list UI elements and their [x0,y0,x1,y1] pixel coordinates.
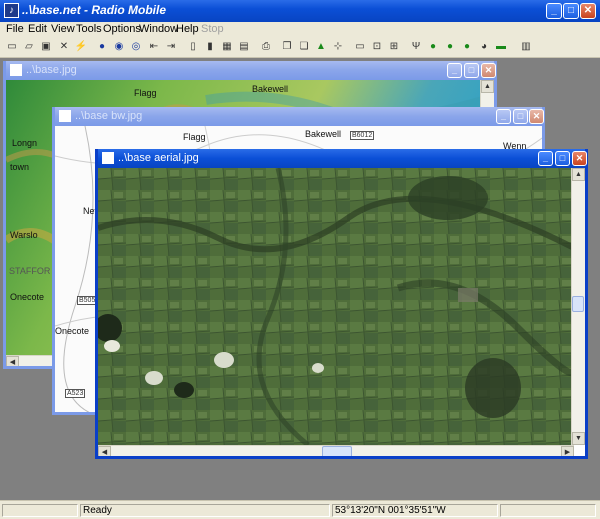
map-label-bakewell: Bakewell [252,84,289,94]
toolbar: ▭ ▱ ▣ ✕ ⚡ ● ◉ ◎ ⇤ ⇥ ▯ ▮ ▦ ▤ ⎙ ❐ ❏ ▲ ⊹ ▭ … [0,36,600,58]
elevation-grid-icon[interactable]: ▲ [313,39,329,54]
base-maximize-button[interactable]: □ [464,63,479,78]
paste-icon[interactable]: ▮ [202,39,218,54]
base-map-title-bar[interactable]: ..\base.jpg _ □ ✕ [6,61,496,80]
map-label-town: town [10,162,30,172]
base-aerial-content[interactable]: ▲ ▼ ◀ ▶ [98,168,585,456]
status-coordinates: 53°13'20"N 001°35'51"W [332,504,498,517]
bw-label-onecote: Onecote [55,326,90,336]
map-label-longnor: Longn [12,138,38,148]
map-label-flagg: Flagg [134,88,157,98]
center-right-icon[interactable]: ⇥ [163,39,179,54]
base-aerial-map-window[interactable]: ..\base aerial.jpg _ □ ✕ ▲ ▼ ◀ ▶ [95,149,588,459]
copy-map-icon[interactable]: ❐ [279,39,295,54]
map-label-warslow: Warslo [10,230,38,240]
base-close-button[interactable]: ✕ [481,63,496,78]
bw-road-a523: A523 [65,389,86,398]
bw-minimize-button[interactable]: _ [496,109,511,124]
network-properties-icon[interactable]: ✕ [56,39,72,54]
antenna-icon[interactable]: Ψ [408,39,424,54]
fit-icon[interactable]: ⊞ [386,39,402,54]
status-right-panel [500,504,596,517]
document-icon [59,110,71,122]
mdi-client-area: ..\base.jpg _ □ ✕ Flagg Bakewell Longn t… [0,58,600,500]
histogram-icon[interactable]: ▬ [493,39,509,54]
map-label-stafford: STAFFOR [9,266,51,276]
aerial-minimize-button[interactable]: _ [538,151,553,166]
base-aerial-title: ..\base aerial.jpg [118,152,199,164]
bw-label-bakewell: Bakewell [305,129,342,139]
base-map-title: ..\base.jpg [26,64,77,76]
bw-close-button[interactable]: ✕ [529,109,544,124]
scroll-left-arrow-icon[interactable]: ◀ [98,446,111,456]
main-title-bar[interactable]: ♪ ..\base.net - Radio Mobile _ □ ✕ [0,0,600,22]
window-title: ..\base.net - Radio Mobile [22,3,167,17]
aerial-maximize-button[interactable]: □ [555,151,570,166]
vertical-scroll-thumb[interactable] [572,296,584,312]
aerial-horizontal-scrollbar[interactable]: ◀ ▶ [98,445,574,456]
coverage-icon[interactable]: ● [442,39,458,54]
document-icon [102,152,114,164]
menu-stop: Stop [201,23,224,35]
window-icon[interactable]: ▭ [352,39,368,54]
menu-bar: File Edit View Tools Options Window Help… [0,22,600,36]
3d-view-icon[interactable]: ◕ [476,39,492,54]
open-icon[interactable]: ▱ [21,39,37,54]
base-aerial-title-bar[interactable]: ..\base aerial.jpg _ □ ✕ [98,149,587,168]
horizontal-scroll-thumb[interactable] [322,446,352,456]
status-bar: Ready 53°13'20"N 001°35'51"W [0,500,600,519]
menu-edit[interactable]: Edit [28,23,47,35]
zoom-icon[interactable]: ⊡ [369,39,385,54]
center-left-icon[interactable]: ⇤ [146,39,162,54]
bw-maximize-button[interactable]: □ [513,109,528,124]
scroll-up-arrow-icon[interactable]: ▲ [572,168,585,181]
bw-label-flagg: Flagg [183,132,206,142]
base-bw-title: ..\base bw.jpg [75,110,143,122]
scroll-down-arrow-icon[interactable]: ▼ [572,432,585,445]
document-icon [10,64,22,76]
menu-help[interactable]: Help [176,23,199,35]
merge-icon[interactable]: ◎ [128,39,144,54]
aerial-photo [98,168,578,447]
traffic-icon[interactable]: ▥ [518,39,534,54]
aerial-vertical-scrollbar[interactable]: ▲ ▼ [571,168,585,445]
new-icon[interactable]: ▭ [4,39,20,54]
scroll-up-arrow-icon[interactable]: ▲ [481,80,494,93]
menu-options[interactable]: Options [103,23,141,35]
menu-file[interactable]: File [6,23,24,35]
map-properties-icon[interactable]: ◉ [111,39,127,54]
base-bw-title-bar[interactable]: ..\base bw.jpg _ □ ✕ [55,107,544,126]
base-minimize-button[interactable]: _ [447,63,462,78]
close-button[interactable]: ✕ [580,3,596,19]
save-picture-icon[interactable]: ▤ [236,39,252,54]
menu-tools[interactable]: Tools [76,23,102,35]
units-icon[interactable]: ⚡ [73,39,89,54]
radio-mobile-app-icon[interactable]: ♪ [4,3,19,18]
menu-window[interactable]: Window [139,23,178,35]
save-icon[interactable]: ▣ [38,39,54,54]
minimize-button[interactable]: _ [546,3,562,19]
select-icon[interactable]: ⊹ [330,39,346,54]
world-icon[interactable]: ● [94,39,110,54]
coverage-polar-icon[interactable]: ● [459,39,475,54]
copy-icon[interactable]: ▯ [185,39,201,54]
picture-icon[interactable]: ▦ [219,39,235,54]
scroll-right-arrow-icon[interactable]: ▶ [561,446,574,456]
scroll-left-arrow-icon[interactable]: ◀ [6,356,19,366]
menu-view[interactable]: View [51,23,75,35]
aerial-close-button[interactable]: ✕ [572,151,587,166]
print-icon[interactable]: ⎙ [258,39,274,54]
status-left-panel [2,504,78,517]
paste-map-icon[interactable]: ❏ [296,39,312,54]
bw-road-b6012: B6012 [350,131,375,140]
maximize-button[interactable]: □ [563,3,579,19]
radio-link-icon[interactable]: ● [425,39,441,54]
map-label-onecote: Onecote [10,292,45,302]
status-state: Ready [80,504,330,517]
